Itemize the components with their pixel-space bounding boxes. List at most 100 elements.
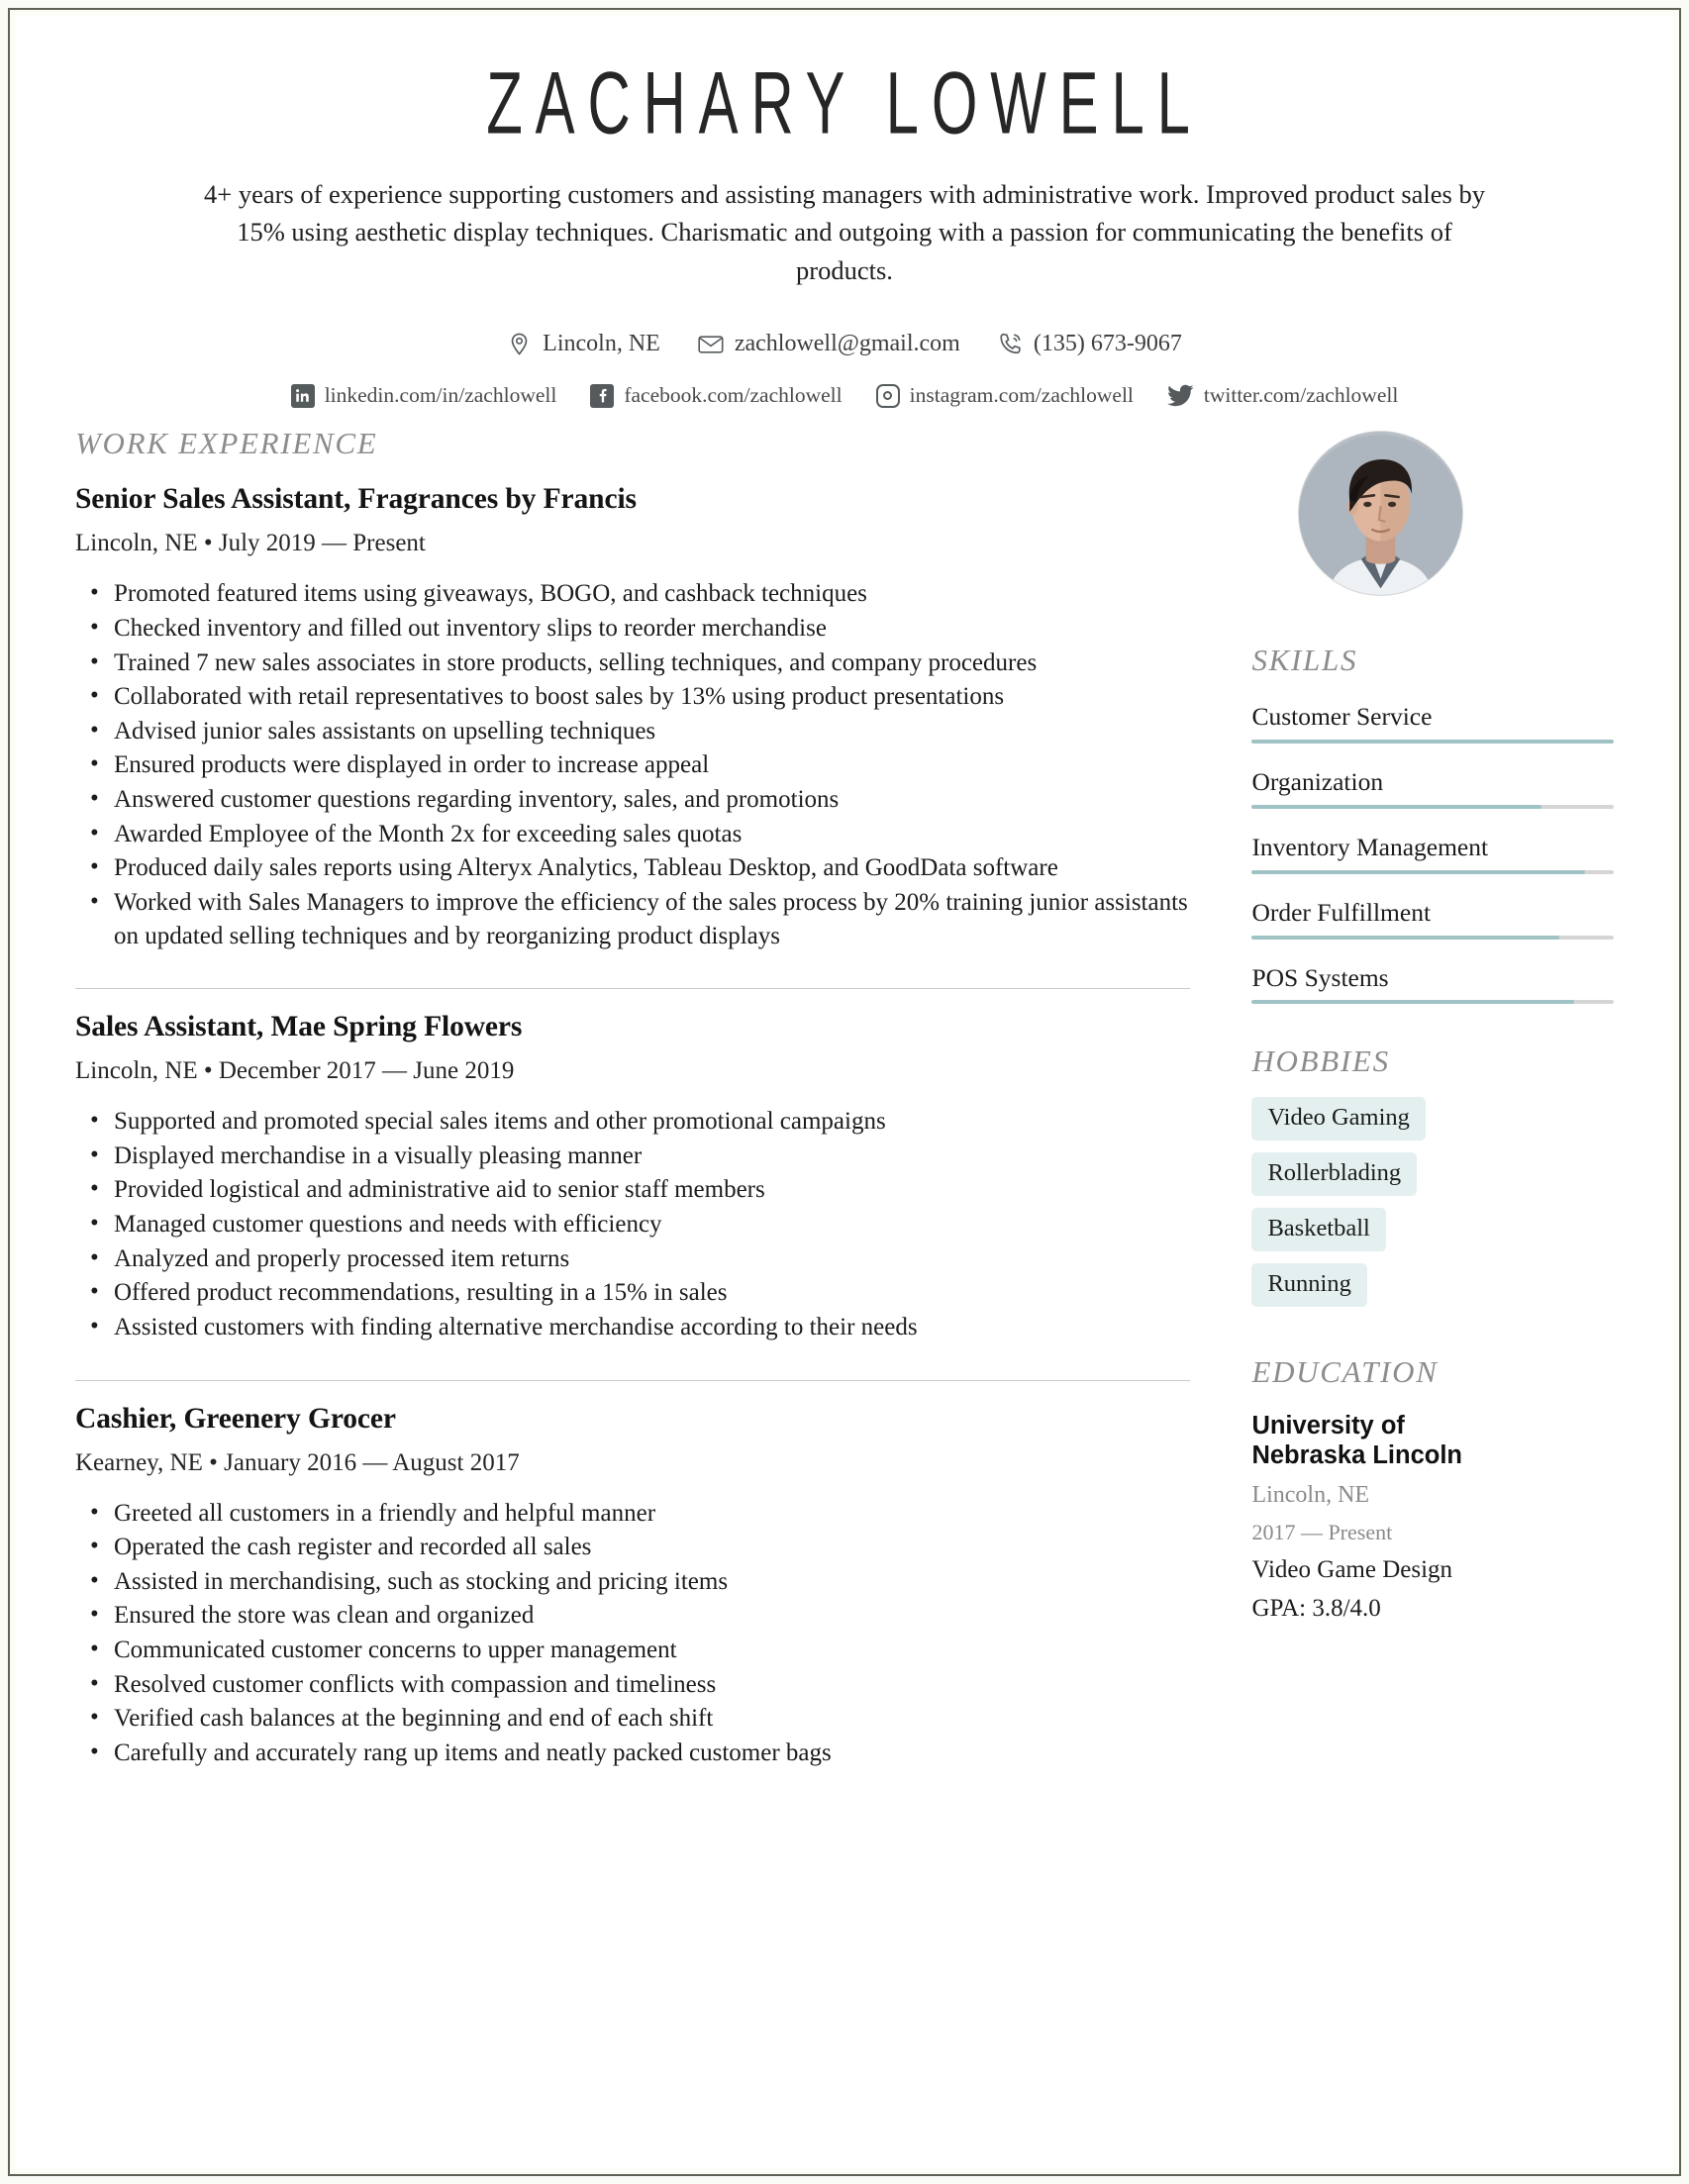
job-meta: Lincoln, NE • December 2017 — June 2019 [75, 1057, 515, 1085]
skill-progress-fill [1251, 869, 1585, 874]
skill-progress-fill [1251, 740, 1614, 745]
hobby-tag: Rollerblading [1251, 1152, 1418, 1197]
social-twitter[interactable]: twitter.com/zachlowell [1166, 383, 1399, 408]
section-heading-hobbies: HOBBIES [1251, 1043, 1390, 1079]
list-item: Displayed merchandise in a visually plea… [75, 1139, 1190, 1173]
list-item: Carefully and accurately rang up items a… [75, 1736, 1190, 1770]
skill-progress-track [1251, 869, 1614, 874]
skill-item: Customer Service [1251, 702, 1614, 745]
skill-label: Customer Service [1251, 702, 1433, 732]
list-item: Assisted in merchandising, such as stock… [75, 1564, 1190, 1599]
contact-location[interactable]: Lincoln, NE [507, 331, 660, 357]
skill-item: POS Systems [1251, 963, 1614, 1005]
resume-body: WORK EXPERIENCE Senior Sales Assistant, … [16, 426, 1673, 1770]
list-item: Ensured the store was clean and organize… [75, 1598, 1190, 1633]
skill-progress-track [1251, 935, 1614, 940]
section-heading-skills: SKILLS [1251, 643, 1358, 678]
job-title: Sales Assistant, Mae Spring Flowers [75, 1011, 523, 1043]
location-pin-icon [507, 332, 532, 356]
hobby-tag: Video Gaming [1251, 1097, 1426, 1142]
linkedin-text: linkedin.com/in/zachlowell [324, 383, 557, 408]
skill-item: Order Fulfillment [1251, 898, 1614, 940]
list-item: Analyzed and properly processed item ret… [75, 1241, 1190, 1276]
skill-label: Organization [1251, 767, 1384, 797]
linkedin-icon [290, 383, 315, 408]
job-meta: Lincoln, NE • July 2019 — Present [75, 530, 426, 557]
education-dates: 2017 — Present [1251, 1520, 1393, 1545]
list-item: Resolved customer conflicts with compass… [75, 1667, 1190, 1702]
list-item: Assisted customers with finding alternat… [75, 1310, 1190, 1344]
social-row: linkedin.com/in/zachlowell facebook.com/… [75, 383, 1614, 408]
list-item: Managed customer questions and needs wit… [75, 1207, 1190, 1241]
instagram-text: instagram.com/zachlowell [909, 383, 1134, 408]
list-item: Offered product recommendations, resulti… [75, 1275, 1190, 1310]
job-entry: Cashier, Greenery Grocer Kearney, NE • J… [75, 1403, 1190, 1770]
sidebar: SKILLS Customer Service Organization Inv… [1238, 426, 1614, 1770]
skill-progress-fill [1251, 935, 1560, 940]
social-linkedin[interactable]: linkedin.com/in/zachlowell [290, 383, 557, 408]
skill-item: Inventory Management [1251, 833, 1614, 874]
job-entry: Sales Assistant, Mae Spring Flowers Linc… [75, 1011, 1190, 1343]
skill-label: POS Systems [1251, 962, 1389, 992]
hobby-tag-list: Video Gaming Rollerblading Basketball Ru… [1251, 1097, 1614, 1319]
email-text: zachlowell@gmail.com [734, 331, 960, 357]
list-item: Collaborated with retail representatives… [75, 679, 1190, 714]
envelope-icon [698, 334, 724, 355]
divider [75, 1379, 1191, 1381]
education-location: Lincoln, NE [1251, 1482, 1370, 1509]
divider [75, 988, 1191, 990]
instagram-icon [875, 383, 900, 408]
location-text: Lincoln, NE [543, 331, 660, 357]
skill-item: Organization [1251, 767, 1614, 809]
facebook-icon [590, 383, 615, 408]
job-title: Cashier, Greenery Grocer [75, 1402, 396, 1435]
education-program: Video Game Design [1251, 1556, 1453, 1584]
list-item: Communicated customer concerns to upper … [75, 1633, 1190, 1667]
list-item: Answered customer questions regarding in… [75, 782, 1190, 817]
social-instagram[interactable]: instagram.com/zachlowell [875, 383, 1134, 408]
twitter-icon [1166, 384, 1194, 407]
list-item: Checked inventory and filled out invento… [75, 611, 1190, 645]
contact-phone[interactable]: (135) 673-9067 [998, 331, 1182, 357]
phone-text: (135) 673-9067 [1033, 331, 1182, 357]
contact-email[interactable]: zachlowell@gmail.com [698, 331, 960, 357]
job-bullets: Promoted featured items using giveaways,… [75, 576, 1190, 952]
social-facebook[interactable]: facebook.com/zachlowell [590, 383, 843, 408]
list-item: Operated the cash register and recorded … [75, 1530, 1190, 1564]
page-title: ZACHARY LOWELL [486, 54, 1203, 152]
skill-label: Order Fulfillment [1251, 897, 1432, 927]
list-item: Awarded Employee of the Month 2x for exc… [75, 817, 1190, 851]
job-bullets: Greeted all customers in a friendly and … [75, 1496, 1190, 1770]
list-item: Worked with Sales Managers to improve th… [75, 885, 1190, 952]
job-bullets: Supported and promoted special sales ite… [75, 1104, 1190, 1344]
list-item: Trained 7 new sales associates in store … [75, 645, 1190, 680]
skill-progress-track [1251, 740, 1614, 745]
avatar [1299, 432, 1463, 596]
skill-progress-fill [1251, 1000, 1574, 1005]
list-item: Verified cash balances at the beginning … [75, 1701, 1190, 1736]
main-column: WORK EXPERIENCE Senior Sales Assistant, … [75, 426, 1238, 1770]
contact-row: Lincoln, NE zachlowell@gmail.com (135) 6… [75, 331, 1614, 357]
list-item: Greeted all customers in a friendly and … [75, 1496, 1190, 1531]
list-item: Advised junior sales assistants on upsel… [75, 714, 1190, 748]
resume-sheet: ZACHARY LOWELL 4+ years of experience su… [16, 16, 1673, 2168]
twitter-text: twitter.com/zachlowell [1203, 383, 1399, 408]
skill-label: Inventory Management [1251, 832, 1489, 861]
education-gpa: GPA: 3.8/4.0 [1251, 1595, 1381, 1623]
page-frame: ZACHARY LOWELL 4+ years of experience su… [8, 8, 1681, 2176]
facebook-text: facebook.com/zachlowell [624, 383, 843, 408]
education-school: University of Nebraska Lincoln [1251, 1412, 1463, 1470]
skill-progress-track [1251, 804, 1614, 809]
profile-summary: 4+ years of experience supporting custom… [204, 179, 1485, 285]
list-item: Supported and promoted special sales ite… [75, 1104, 1190, 1139]
job-entry: Senior Sales Assistant, Fragrances by Fr… [75, 483, 1190, 952]
hobby-tag: Running [1251, 1263, 1367, 1308]
resume-header: ZACHARY LOWELL 4+ years of experience su… [16, 16, 1673, 408]
phone-icon [998, 332, 1023, 356]
job-meta: Kearney, NE • January 2016 — August 2017 [75, 1448, 520, 1476]
section-heading-education: EDUCATION [1251, 1354, 1439, 1390]
section-heading-work: WORK EXPERIENCE [75, 426, 378, 461]
hobby-tag: Basketball [1251, 1208, 1386, 1252]
job-title: Senior Sales Assistant, Fragrances by Fr… [75, 483, 637, 516]
skill-progress-track [1251, 1000, 1614, 1005]
